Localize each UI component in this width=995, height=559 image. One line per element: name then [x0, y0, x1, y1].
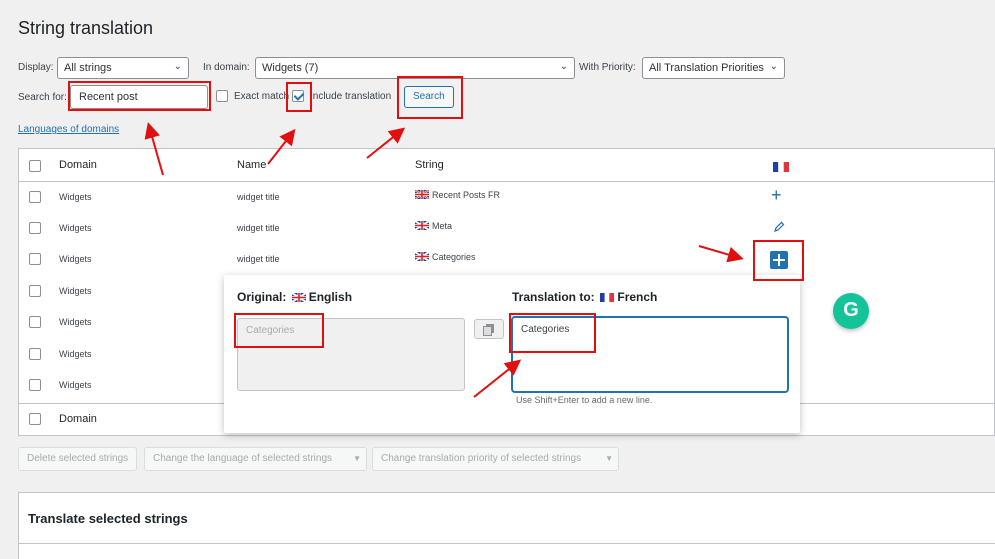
arrow-to-add — [698, 245, 744, 263]
arrow-to-include — [267, 128, 296, 165]
arrow-to-search-button — [366, 127, 406, 159]
arrow-to-translation — [473, 359, 522, 398]
annotation-arrows — [144, 122, 744, 398]
arrow-to-search — [144, 122, 164, 176]
